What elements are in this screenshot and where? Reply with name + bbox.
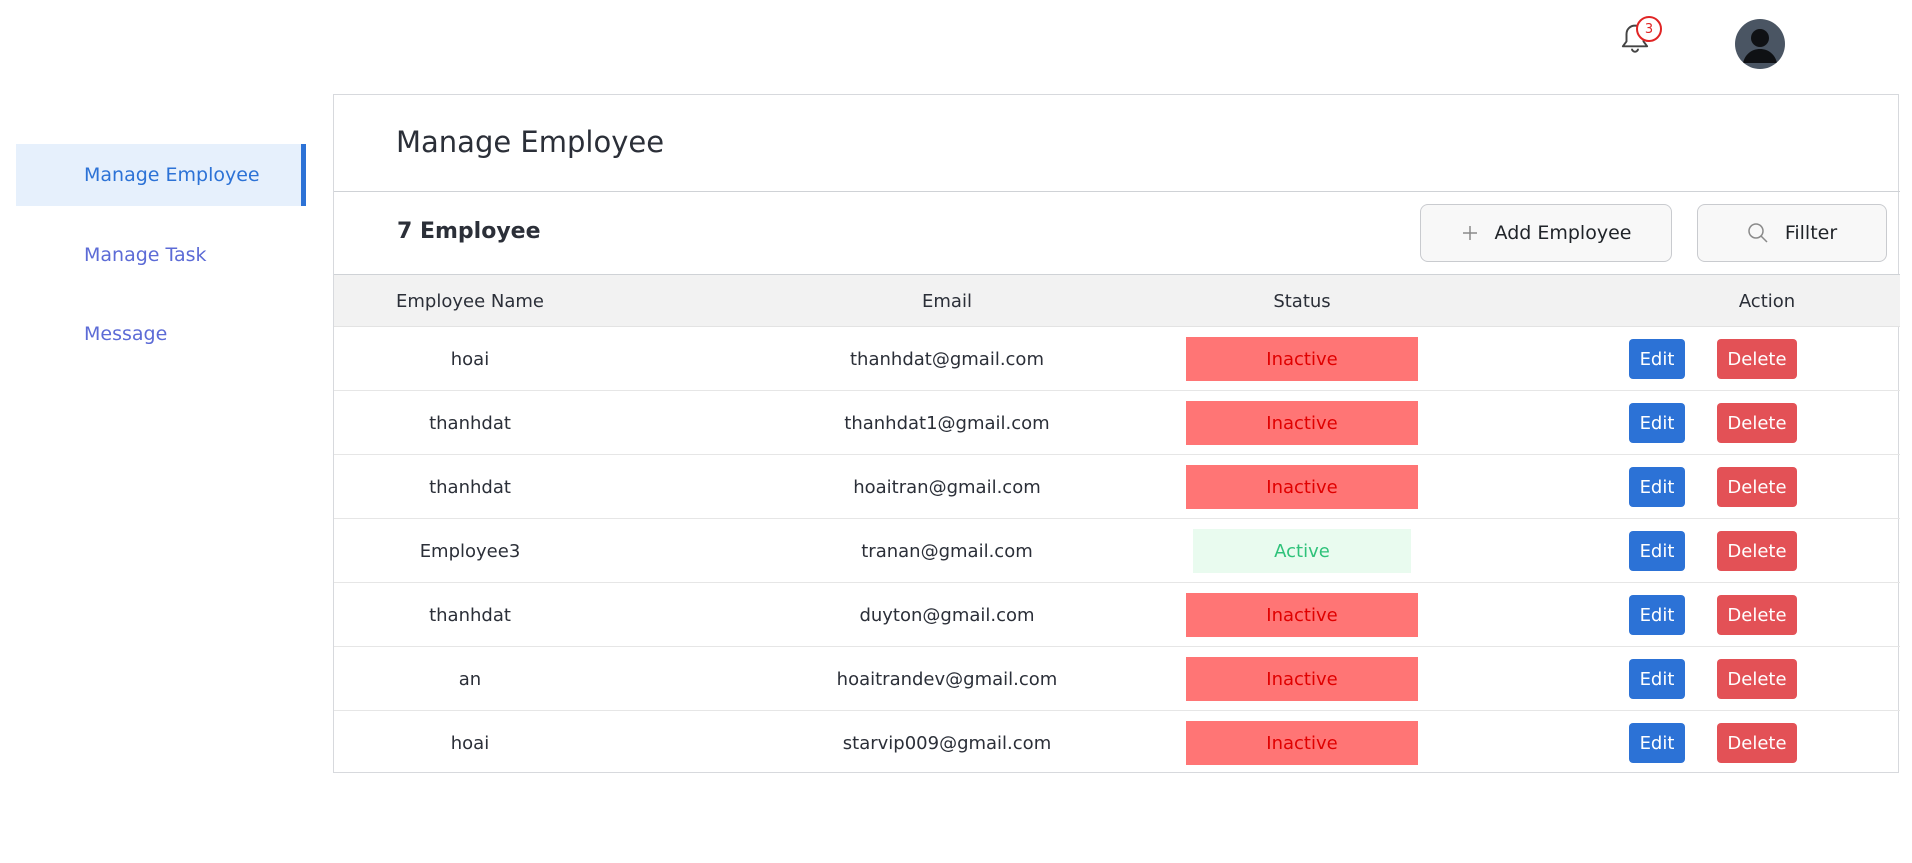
action-cell: Edit Delete	[1524, 327, 1854, 391]
bell-icon	[1620, 24, 1650, 60]
filter-button[interactable]: Fillter	[1697, 204, 1887, 262]
status-cell: Inactive	[1186, 455, 1418, 519]
delete-button[interactable]: Delete	[1717, 723, 1797, 763]
sidebar-item-manage-employee[interactable]: Manage Employee	[16, 144, 306, 206]
status-cell: Inactive	[1186, 711, 1418, 775]
delete-button[interactable]: Delete	[1717, 595, 1797, 635]
edit-button[interactable]: Edit	[1629, 403, 1685, 443]
status-badge: Inactive	[1186, 465, 1418, 509]
add-employee-label: Add Employee	[1494, 222, 1632, 244]
action-cell: Edit Delete	[1524, 455, 1854, 519]
table-row: hoai thanhdat@gmail.com Inactive Edit Delete	[334, 327, 1900, 391]
email-cell: tranan@gmail.com	[861, 540, 1033, 562]
status-cell: Inactive	[1186, 647, 1418, 711]
employee-name-cell: thanhdat	[429, 412, 511, 434]
column-header-employee-name: Employee Name	[396, 290, 544, 312]
notification-count-badge: 3	[1636, 16, 1662, 42]
sidebar-item-manage-task[interactable]: Manage Task	[16, 224, 306, 286]
employee-name-cell: hoai	[450, 732, 490, 754]
delete-button[interactable]: Delete	[1717, 659, 1797, 699]
user-avatar[interactable]	[1735, 19, 1785, 69]
page-title: Manage Employee	[396, 125, 665, 159]
status-badge: Active	[1193, 529, 1411, 573]
action-cell: Edit Delete	[1524, 647, 1854, 711]
status-badge: Inactive	[1186, 721, 1418, 765]
user-avatar-icon	[1735, 29, 1785, 69]
edit-button[interactable]: Edit	[1629, 531, 1685, 571]
status-cell: Inactive	[1186, 391, 1418, 455]
delete-button[interactable]: Delete	[1717, 339, 1797, 379]
status-cell: Inactive	[1186, 583, 1418, 647]
employee-count: 7 Employee	[397, 219, 541, 244]
delete-button[interactable]: Delete	[1717, 403, 1797, 443]
email-cell: hoaitran@gmail.com	[853, 476, 1041, 498]
top-bar: 3	[0, 0, 1912, 90]
sidebar-item-label: Manage Employee	[84, 164, 260, 186]
filter-label: Fillter	[1784, 222, 1838, 244]
email-cell: duyton@gmail.com	[859, 604, 1035, 626]
table-header: Employee Name Email Status Action	[334, 275, 1900, 327]
action-cell: Edit Delete	[1524, 391, 1854, 455]
column-header-action: Action	[1738, 290, 1796, 312]
email-cell: starvip009@gmail.com	[842, 732, 1052, 754]
table-row: Employee3 tranan@gmail.com Active Edit Delet…	[334, 519, 1900, 583]
table-row: an hoaitrandev@gmail.com Inactive Edit Delet…	[334, 647, 1900, 711]
delete-button[interactable]: Delete	[1717, 531, 1797, 571]
plus-icon	[1461, 224, 1479, 242]
table-row: hoai starvip009@gmail.com Inactive Edit Dele…	[334, 711, 1900, 775]
add-employee-button[interactable]: Add Employee	[1420, 204, 1672, 262]
employee-panel: Manage Employee 7 Employee Add Employee …	[333, 94, 1900, 775]
action-cell: Edit Delete	[1524, 583, 1854, 647]
email-cell: thanhdat@gmail.com	[850, 348, 1044, 370]
employee-table: Employee Name Email Status Action hoai th…	[334, 275, 1900, 775]
column-header-email: Email	[922, 290, 972, 312]
table-row: thanhdat thanhdat1@gmail.com Inactive Edit D…	[334, 391, 1900, 455]
status-badge: Inactive	[1186, 593, 1418, 637]
employee-toolbar: 7 Employee Add Employee Fillter	[334, 191, 1900, 275]
status-badge: Inactive	[1186, 337, 1418, 381]
edit-button[interactable]: Edit	[1629, 339, 1685, 379]
email-cell: hoaitrandev@gmail.com	[836, 668, 1058, 690]
status-badge: Inactive	[1186, 401, 1418, 445]
employee-name-cell: hoai	[450, 348, 490, 370]
employee-name-cell: thanhdat	[429, 604, 511, 626]
search-icon	[1747, 222, 1769, 244]
action-cell: Edit Delete	[1524, 519, 1854, 583]
delete-button[interactable]: Delete	[1717, 467, 1797, 507]
table-body: hoai thanhdat@gmail.com Inactive Edit Delete…	[334, 327, 1900, 775]
edit-button[interactable]: Edit	[1629, 595, 1685, 635]
column-header-status: Status	[1273, 290, 1331, 312]
sidebar-item-label: Message	[84, 323, 168, 345]
employee-name-cell: Employee3	[419, 540, 521, 562]
email-cell: thanhdat1@gmail.com	[844, 412, 1050, 434]
action-cell: Edit Delete	[1524, 711, 1854, 775]
table-row: thanhdat duyton@gmail.com Inactive Edit Dele…	[334, 583, 1900, 647]
edit-button[interactable]: Edit	[1629, 723, 1685, 763]
edit-button[interactable]: Edit	[1629, 467, 1685, 507]
employee-name-cell: an	[458, 668, 482, 690]
status-cell: Inactive	[1186, 327, 1418, 391]
table-row: thanhdat hoaitran@gmail.com Inactive Edit De…	[334, 455, 1900, 519]
sidebar-item-message[interactable]: Message	[16, 303, 306, 365]
status-cell: Active	[1186, 519, 1418, 583]
sidebar-item-label: Manage Task	[84, 244, 207, 266]
employee-name-cell: thanhdat	[429, 476, 511, 498]
edit-button[interactable]: Edit	[1629, 659, 1685, 699]
status-badge: Inactive	[1186, 657, 1418, 701]
